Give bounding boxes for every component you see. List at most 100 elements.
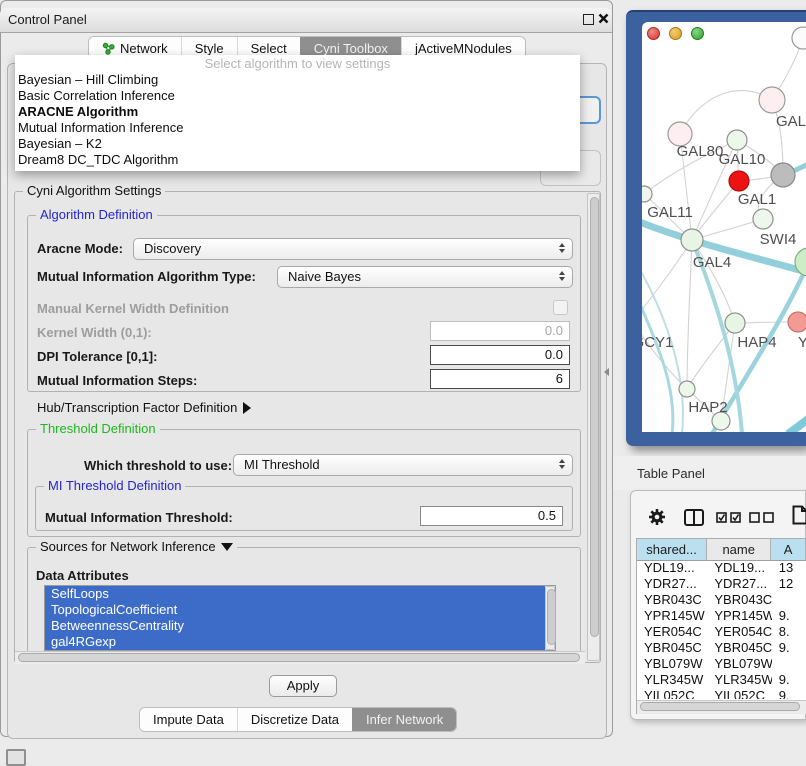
column-header-name[interactable]: name [707,539,771,560]
attribute-item-betweennesscentrality[interactable]: BetweennessCentrality [45,618,545,634]
table-cell: YER054C [707,624,771,640]
node-table: shared...nameA YDL19...YDL19...13YDR27..… [636,538,806,714]
algorithm-option-mutual-information-inference[interactable]: Mutual Information Inference [15,120,580,136]
settings-horizontal-scrollbar[interactable] [15,651,585,664]
dpi-tolerance-field[interactable]: 0.0 [430,345,570,365]
manual-kernel-checkbox [553,300,568,315]
settings-vertical-scrollbar[interactable] [587,193,600,661]
network-node-label: GAL4 [693,254,731,271]
network-node-gal1[interactable] [753,209,773,229]
table-row[interactable]: YLR345WYLR345W9. [637,672,806,688]
table-header-row: shared...nameA [637,539,806,561]
which-threshold-label: Which threshold to use: [84,458,232,473]
aracne-mode-value: Discovery [144,241,201,256]
table-row[interactable]: YPR145WYPR145W9. [637,608,806,624]
clear-checkboxes-icon[interactable] [749,512,775,523]
bottom-tabstrip: Impute DataDiscretize DataInfer Network [139,707,457,732]
table-cell: YBR045C [637,640,707,656]
mi-type-label: Mutual Information Algorithm Type: [37,269,256,284]
table-cell: YDR27... [707,576,771,592]
attributes-scrollbar[interactable] [545,586,555,650]
table-cell: YLR345W [637,672,707,688]
dpi-tolerance-label: DPI Tolerance [0,1]: [37,349,157,364]
network-icon [102,42,115,55]
table-cell: 9. [772,608,806,624]
network-node[interactable] [729,171,749,191]
collapsed-panel-icon[interactable] [6,749,26,766]
algorithm-definition-legend: Algorithm Definition [36,207,157,222]
table-cell: YBR045C [707,640,771,656]
table-row[interactable]: YBL079WYBL079W [637,656,806,672]
table-row[interactable]: YBR043CYBR043C [637,592,806,608]
mac-minimize-button[interactable] [669,27,682,40]
apply-button[interactable]: Apply [269,675,337,697]
network-node[interactable] [792,27,806,49]
algorithm-option-dream8-dc-tdc-algorithm[interactable]: Dream8 DC_TDC Algorithm [15,152,580,168]
splitter-collapse-arrow[interactable] [604,368,609,376]
table-row[interactable]: YIL052CYIL052C9. [637,688,806,699]
attribute-item-gal4rgexp[interactable]: gal4RGexp [45,634,545,650]
mac-zoom-button[interactable] [691,27,704,40]
table-body: YDL19...YDL19...13YDR27...YDR27...12YBR0… [637,560,806,699]
column-header-a[interactable]: A [771,539,806,560]
column-header-shared[interactable]: shared... [637,539,707,560]
aracne-mode-select[interactable]: Discovery [133,238,573,260]
close-window-icon[interactable] [598,13,609,24]
mac-close-button[interactable] [647,27,660,40]
which-threshold-value: MI Threshold [244,457,320,472]
attribute-item-topologicalcoefficient[interactable]: TopologicalCoefficient [45,602,545,618]
table-row[interactable]: YDL19...YDL19...13 [637,560,806,576]
data-attributes-label: Data Attributes [36,568,129,583]
network-node-label: GAL [776,113,806,130]
data-attributes-list[interactable]: SelfLoopsTopologicalCoefficientBetweenne… [44,585,556,651]
network-node-label: GAL10 [719,151,766,168]
network-canvas[interactable]: GALGAL80GAL10GAL1GAL11GAL4SWI4GCY1HAP4YH… [642,22,806,432]
mi-type-select[interactable]: Naive Bayes [277,266,573,288]
table-row[interactable]: YDR27...YDR27...12 [637,576,806,592]
table-cell: YPR145W [637,608,707,624]
threshold-definition-legend: Threshold Definition [36,421,160,436]
table-cell: YBL079W [637,656,707,672]
algorithm-option-aracne-algorithm[interactable]: ARACNE Algorithm [15,104,580,120]
network-node-gal11[interactable] [642,186,652,202]
gear-icon[interactable] [648,508,666,526]
attribute-item-selfloops[interactable]: SelfLoops [45,586,545,602]
which-threshold-select[interactable]: MI Threshold [233,454,573,476]
kernel-width-label: Kernel Width (0,1): [37,325,152,340]
sources-legend-label: Sources for Network Inference [40,539,216,554]
network-node-label: HAP4 [737,334,776,351]
mi-threshold-field[interactable]: 0.5 [420,506,563,526]
network-node[interactable] [771,163,795,187]
network-node-hap2[interactable] [679,381,695,397]
document-icon[interactable] [792,505,806,525]
bottom-tab-infer-network[interactable]: Infer Network [352,708,456,731]
algorithm-option-bayesian-hill-climbing[interactable]: Bayesian – Hill Climbing [15,72,580,88]
network-node-gal[interactable] [759,87,785,113]
select-all-checkboxes-icon[interactable] [716,512,742,523]
algorithm-option-bayesian-k2[interactable]: Bayesian – K2 [15,136,580,152]
table-cell: YBR043C [637,592,707,608]
network-node-hap4[interactable] [725,313,745,333]
columns-icon[interactable] [684,509,704,526]
bottom-tab-discretize-data[interactable]: Discretize Data [237,708,352,731]
network-node-gal4[interactable] [681,229,703,251]
network-node-gal10[interactable] [727,130,747,150]
algorithm-option-basic-correlation-inference[interactable]: Basic Correlation Inference [15,88,580,104]
network-node-label: HAP2 [688,399,727,416]
float-window-icon[interactable] [583,14,594,25]
cyni-settings-legend: Cyni Algorithm Settings [23,183,165,198]
table-row[interactable]: YBR045CYBR045C9. [637,640,806,656]
algorithm-dropdown-items: Bayesian – Hill ClimbingBasic Correlatio… [15,72,580,168]
mi-steps-field[interactable]: 6 [430,369,570,389]
table-horizontal-scrollbar[interactable] [637,700,806,714]
control-panel-titlebar [0,8,612,33]
network-node-label: GAL11 [647,204,693,221]
hub-definition-expander[interactable]: Hub/Transcription Factor Definition [37,400,251,415]
table-cell: YBL079W [707,656,771,672]
table-cell: 9. [772,640,806,656]
table-cell: YBR043C [707,592,771,608]
network-node-y[interactable] [788,312,806,332]
sources-legend[interactable]: Sources for Network Inference [36,539,237,554]
bottom-tab-impute-data[interactable]: Impute Data [140,708,237,731]
table-row[interactable]: YER054CYER054C8. [637,624,806,640]
